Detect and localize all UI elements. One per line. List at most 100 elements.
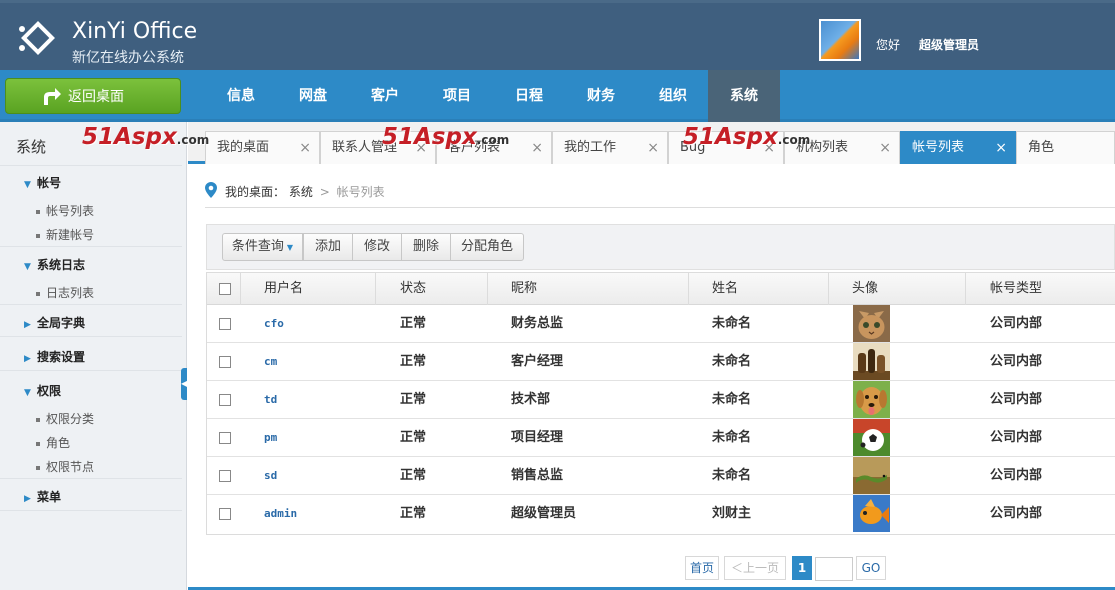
app-title: XinYi Office (72, 19, 198, 44)
sidebar-item-label: 角色 (46, 436, 71, 450)
cell-username[interactable]: pm (264, 419, 277, 456)
current-page-indicator[interactable]: 1 (792, 556, 812, 580)
nav-item-system[interactable]: 系统 (708, 70, 780, 122)
row-checkbox[interactable] (219, 470, 231, 482)
delete-button[interactable]: 删除 (401, 233, 451, 261)
sidebar-group-account[interactable]: ▼ 帐号 (24, 174, 61, 191)
app-subtitle: 新亿在线办公系统 (72, 50, 184, 66)
table-row[interactable]: td 正常 技术部 未命名 公司内部 (207, 381, 1115, 419)
table-row[interactable]: sd 正常 销售总监 未命名 公司内部 (207, 457, 1115, 495)
cell-nickname: 项目经理 (511, 430, 564, 445)
watermark: 51Aspx.com (82, 124, 210, 150)
row-checkbox[interactable] (219, 394, 231, 406)
go-button[interactable]: GO (856, 556, 886, 580)
select-all-checkbox[interactable] (219, 283, 231, 295)
cell-status: 正常 (400, 468, 427, 483)
watermark: 51Aspx.com (382, 124, 510, 150)
table-row[interactable]: admin 正常 超级管理员 刘财主 公司内部 (207, 495, 1115, 533)
sidebar-item-label: 帐号列表 (46, 204, 95, 218)
column-header-avatar[interactable]: 头像 (829, 273, 966, 305)
cell-username[interactable]: cfo (264, 305, 284, 342)
cell-username[interactable]: td (264, 381, 277, 418)
sidebar-item-label: 新建帐号 (46, 228, 95, 242)
close-icon[interactable]: × (879, 132, 891, 164)
close-icon[interactable]: × (531, 132, 543, 164)
user-avatar[interactable] (819, 19, 861, 61)
divider (205, 207, 1115, 208)
close-icon[interactable]: × (647, 132, 659, 164)
nav-item-project[interactable]: 项目 (421, 70, 493, 122)
sidebar-item-permission-node[interactable]: 权限节点 (36, 458, 94, 475)
column-header-status[interactable]: 状态 (376, 273, 488, 305)
sidebar-item-account-list[interactable]: 帐号列表 (36, 202, 94, 219)
column-header-account-type[interactable]: 帐号类型 (966, 273, 1115, 305)
bullet-icon (36, 417, 40, 422)
nav-item-customer[interactable]: 客户 (349, 70, 421, 122)
divider (0, 336, 182, 337)
nav-item-info[interactable]: 信息 (205, 70, 277, 122)
tab-account-list[interactable]: 帐号列表 × (900, 131, 1016, 164)
nav-item-schedule[interactable]: 日程 (493, 70, 565, 122)
nav-item-finance[interactable]: 财务 (565, 70, 637, 122)
row-checkbox[interactable] (219, 318, 231, 330)
tab-my-desktop[interactable]: 我的桌面 × (205, 131, 320, 164)
sidebar-item-permission-category[interactable]: 权限分类 (36, 410, 94, 427)
watermark: 51Aspx.com (683, 124, 811, 150)
collapsed-caret-icon: ▶ (24, 494, 31, 504)
sidebar-item-new-account[interactable]: 新建帐号 (36, 226, 94, 243)
row-checkbox[interactable] (219, 508, 231, 520)
add-button[interactable]: 添加 (303, 233, 353, 261)
sidebar-item-role[interactable]: 角色 (36, 434, 70, 451)
sidebar-group-menu[interactable]: ▶ 菜单 (24, 488, 61, 505)
cell-nickname: 超级管理员 (511, 506, 577, 521)
column-header-username[interactable]: 用户名 (241, 273, 376, 305)
bullet-icon (36, 233, 40, 238)
expanded-caret-icon: ▼ (24, 388, 31, 398)
expanded-caret-icon: ▼ (24, 262, 31, 272)
nav-item-organization[interactable]: 组织 (637, 70, 709, 122)
row-checkbox[interactable] (219, 432, 231, 444)
tab-bar: 我的桌面 × 联系人管理 × 客户列表 × 我的工作 × Bug × 机构列表 × 帐号列表… (188, 122, 1115, 164)
sidebar-collapse-handle[interactable]: ◀ (181, 368, 187, 400)
cell-name: 未命名 (712, 468, 752, 483)
main-navbar: 返回桌面 信息 网盘 客户 项目 日程 财务 组织 系统 (0, 70, 1115, 122)
nav-item-netdisk[interactable]: 网盘 (277, 70, 349, 122)
column-header-nickname[interactable]: 昵称 (488, 273, 689, 305)
cell-username[interactable]: cm (264, 343, 277, 380)
cell-username[interactable]: admin (264, 495, 297, 532)
tab-my-work[interactable]: 我的工作 × (552, 131, 668, 164)
close-icon[interactable]: × (995, 132, 1007, 164)
edit-button[interactable]: 修改 (352, 233, 402, 261)
sidebar-group-dictionary[interactable]: ▶ 全局字典 (24, 314, 85, 331)
page-number-input[interactable] (815, 557, 853, 581)
prev-page-button[interactable]: ＜上一页 (724, 556, 786, 580)
sidebar-group-system-log[interactable]: ▼ 系统日志 (24, 256, 85, 273)
cell-account-type: 公司内部 (990, 468, 1043, 483)
tab-role[interactable]: 角色 (1016, 131, 1115, 164)
logo-icon (19, 21, 55, 55)
table-row[interactable]: cm 正常 客户经理 未命名 公司内部 (207, 343, 1115, 381)
sidebar-group-search-settings[interactable]: ▶ 搜索设置 (24, 348, 85, 365)
column-header-name[interactable]: 姓名 (689, 273, 829, 305)
sidebar-group-permission[interactable]: ▼ 权限 (24, 382, 61, 399)
breadcrumb-parent[interactable]: 系统 (289, 185, 313, 199)
sidebar-title: 系统 (16, 138, 47, 156)
breadcrumb: 我的桌面： 系统 > 帐号列表 (225, 183, 385, 200)
toolbar: 条件查询 ▼ 添加 修改 删除 分配角色 (206, 224, 1115, 270)
condition-query-button[interactable]: 条件查询 ▼ (222, 233, 303, 261)
table-row[interactable]: cfo 正常 财务总监 未命名 公司内部 (207, 305, 1115, 343)
tab-label: 帐号列表 (912, 140, 965, 155)
collapsed-caret-icon: ▶ (24, 320, 31, 330)
table-row[interactable]: pm 正常 项目经理 未命名 公司内部 (207, 419, 1115, 457)
cell-username[interactable]: sd (264, 457, 277, 494)
breadcrumb-root[interactable]: 我的桌面： (225, 185, 285, 199)
sidebar-item-log-list[interactable]: 日志列表 (36, 284, 94, 301)
divider (0, 246, 182, 247)
username-link[interactable]: 超级管理员 (919, 36, 979, 53)
first-page-button[interactable]: 首页 (685, 556, 719, 580)
back-to-desktop-button[interactable]: 返回桌面 (5, 78, 181, 114)
close-icon[interactable]: × (299, 132, 311, 164)
cell-nickname: 客户经理 (511, 354, 564, 369)
assign-role-button[interactable]: 分配角色 (450, 233, 524, 261)
row-checkbox[interactable] (219, 356, 231, 368)
